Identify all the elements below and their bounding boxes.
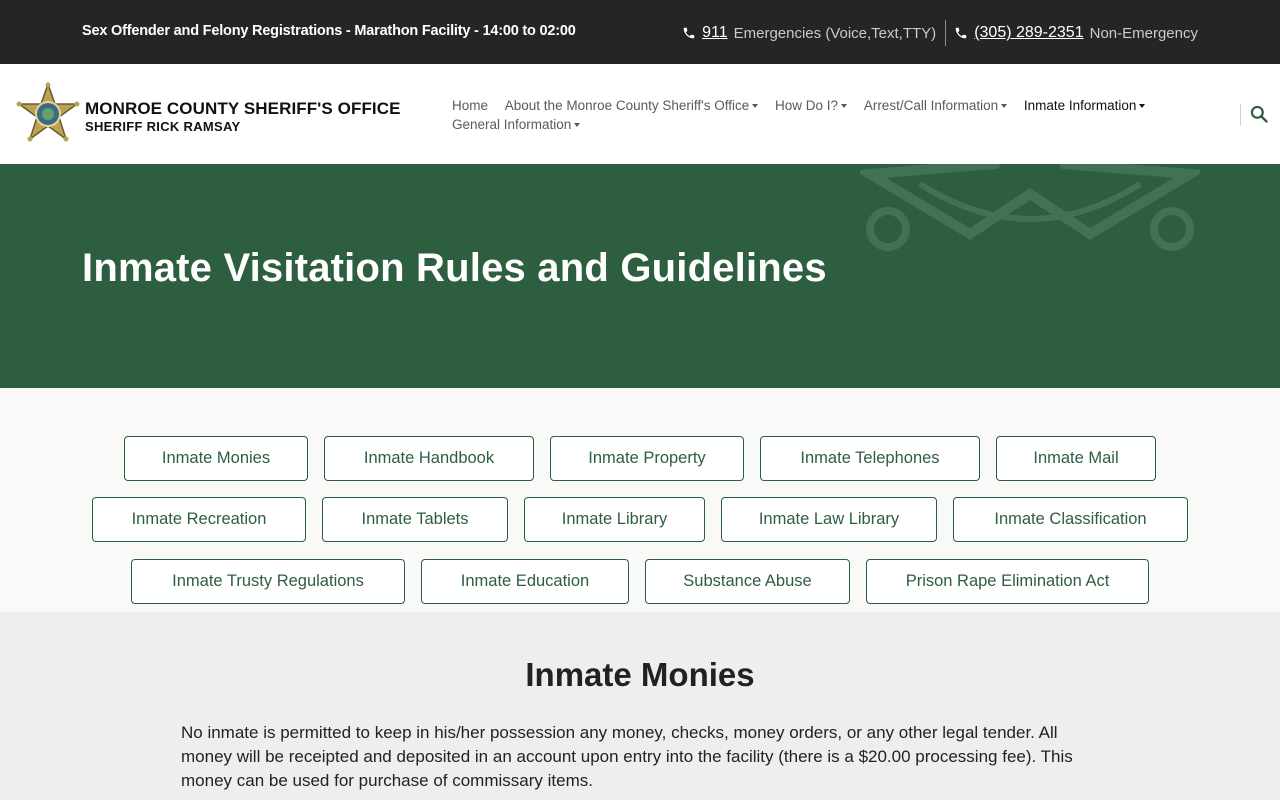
nav-arrest-label: Arrest/Call Information	[863, 98, 999, 113]
inmate-library-button[interactable]: Inmate Library	[524, 497, 705, 542]
inmate-telephones-button[interactable]: Inmate Telephones	[760, 436, 980, 481]
caret-down-icon	[1001, 104, 1008, 109]
registration-notice: Sex Offender and Felony Registrations - …	[82, 23, 576, 39]
emergency-number-link[interactable]: 911	[702, 24, 728, 42]
inmate-handbook-button[interactable]: Inmate Handbook	[324, 436, 534, 481]
nav-how-do-i[interactable]: How Do I?	[775, 96, 848, 115]
phone-contacts: 911 Emergencies (Voice,Text,TTY) (305) 2…	[682, 20, 1198, 46]
substance-abuse-button[interactable]: Substance Abuse	[645, 559, 850, 604]
nav-general-information[interactable]: General Information	[452, 115, 581, 134]
star-watermark-icon	[860, 164, 1200, 251]
inmate-property-button[interactable]: Inmate Property	[550, 436, 744, 481]
nav-home[interactable]: Home	[452, 96, 488, 115]
inmate-mail-button[interactable]: Inmate Mail	[996, 436, 1156, 481]
logo-office-name: MONROE COUNTY SHERIFF'S OFFICE	[85, 99, 401, 118]
inmate-education-button[interactable]: Inmate Education	[421, 559, 629, 604]
nav-about-label: About the Monroe County Sheriff's Office	[504, 98, 750, 113]
sheriff-star-logo-icon[interactable]	[16, 82, 80, 146]
emergency-description: Emergencies (Voice,Text,TTY)	[733, 24, 937, 42]
page-title: Inmate Visitation Rules and Guidelines	[82, 246, 827, 290]
section-body-text: No inmate is permitted to keep in his/he…	[181, 723, 1073, 790]
inmate-monies-button[interactable]: Inmate Monies	[124, 436, 308, 481]
inmate-tablets-button[interactable]: Inmate Tablets	[322, 497, 508, 542]
prison-rape-elimination-act-button[interactable]: Prison Rape Elimination Act	[866, 559, 1149, 604]
nav-general-label: General Information	[452, 117, 572, 132]
page-hero-banner: Inmate Visitation Rules and Guidelines	[0, 164, 1280, 388]
inmate-trusty-regulations-button[interactable]: Inmate Trusty Regulations	[131, 559, 405, 604]
inmate-monies-section: Inmate Monies No inmate is permitted to …	[0, 612, 1280, 800]
phone-icon	[955, 27, 967, 39]
inmate-recreation-button[interactable]: Inmate Recreation	[92, 497, 306, 542]
nonemergency-number-link[interactable]: (305) 289-2351	[974, 24, 1083, 42]
nav-inmate-label: Inmate Information	[1023, 98, 1137, 113]
search-icon[interactable]	[1249, 104, 1269, 124]
section-heading: Inmate Monies	[525, 656, 755, 693]
phone-icon	[683, 27, 695, 39]
search-area	[1240, 104, 1269, 126]
nonemergency-description: Non-Emergency	[1089, 24, 1198, 42]
nav-inmate-information[interactable]: Inmate Information	[1024, 96, 1146, 115]
inmate-classification-button[interactable]: Inmate Classification	[953, 497, 1188, 542]
caret-down-icon	[752, 104, 759, 109]
site-header: MONROE COUNTY SHERIFF'S OFFICE SHERIFF R…	[0, 64, 1280, 164]
caret-down-icon	[841, 104, 848, 109]
top-info-bar: Sex Offender and Felony Registrations - …	[0, 0, 1280, 64]
caret-down-icon	[574, 123, 581, 128]
inmate-topic-buttons: Inmate Monies Inmate Handbook Inmate Pro…	[0, 388, 1280, 612]
logo-sheriff-name: SHERIFF RICK RAMSAY	[85, 119, 241, 134]
main-nav: Home About the Monroe County Sheriff's O…	[452, 96, 1212, 134]
inmate-law-library-button[interactable]: Inmate Law Library	[721, 497, 937, 542]
nav-arrest-call-information[interactable]: Arrest/Call Information	[863, 96, 1008, 115]
nav-how-do-i-label: How Do I?	[775, 98, 839, 113]
site-logo-text[interactable]: MONROE COUNTY SHERIFF'S OFFICE SHERIFF R…	[85, 99, 401, 134]
divider	[945, 20, 947, 46]
nav-about[interactable]: About the Monroe County Sheriff's Office	[504, 96, 759, 115]
caret-down-icon	[1139, 104, 1146, 109]
